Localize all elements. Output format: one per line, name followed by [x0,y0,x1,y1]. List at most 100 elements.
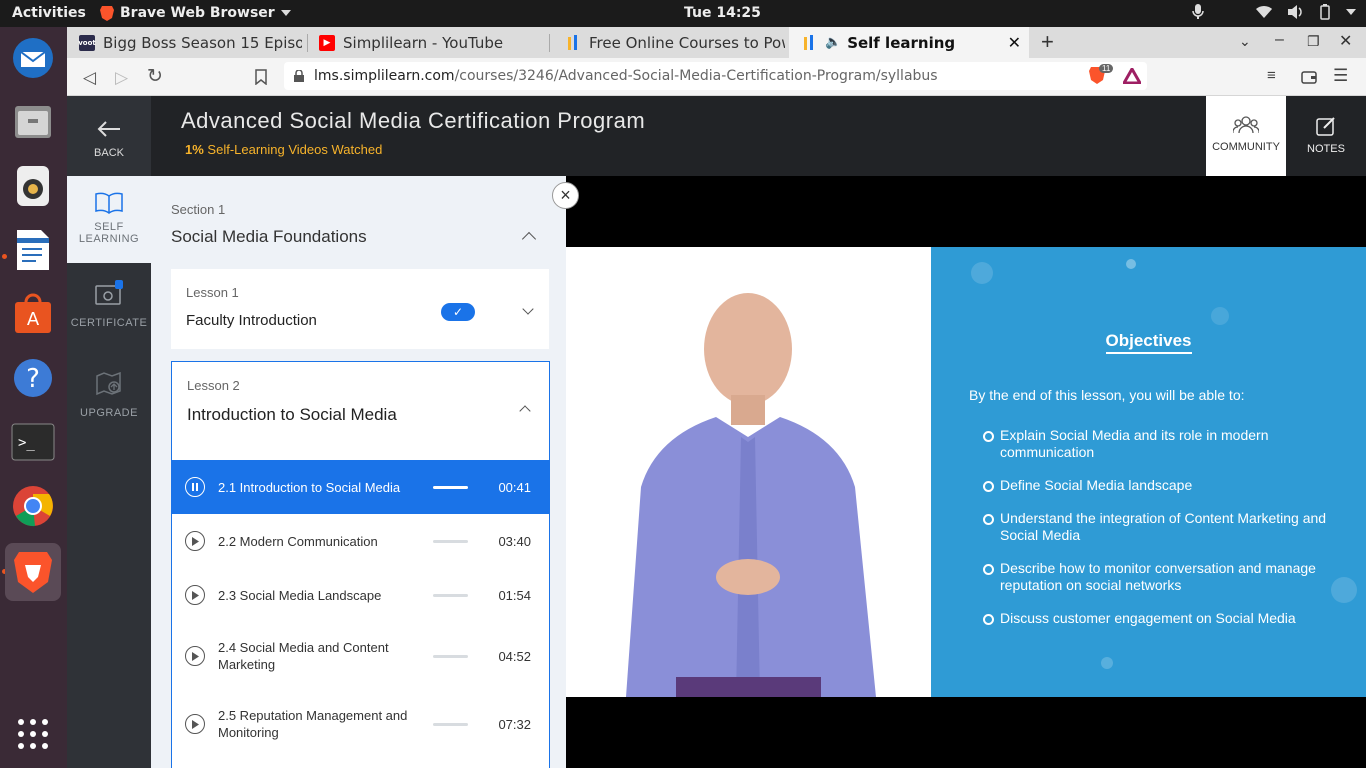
chevron-up-icon[interactable] [521,231,537,247]
chevron-down-icon[interactable] [522,303,534,315]
video-duration: 07:32 [498,716,531,732]
list-item[interactable]: 2.1 Introduction to Social Media 00:41 [172,460,549,514]
course-header: BACK Advanced Social Media Certification… [67,96,1366,184]
video-title: 2.4 Social Media and Content Marketing [218,640,389,672]
minimize-button[interactable]: – [1275,31,1284,49]
list-item[interactable]: 2.4 Social Media and Content Marketing 0… [172,622,549,690]
maximize-button[interactable]: ❐ [1307,33,1320,50]
lesson-title[interactable]: Introduction to Social Media [187,405,397,425]
tab-list-chevron-icon[interactable]: ⌄ [1239,33,1251,50]
dock-chrome[interactable] [8,481,58,531]
dock-software[interactable]: A [8,289,58,339]
video-frame[interactable]: Objectives By the end of this lesson, yo… [566,247,1366,697]
thunderbird-icon [13,38,53,78]
slide-intro: By the end of this lesson, you will be a… [969,387,1245,403]
browser-menu-icon[interactable]: ☰ [1333,66,1348,86]
video-duration: 04:52 [498,648,531,664]
brave-rewards-icon[interactable] [1123,68,1141,84]
dock-brave[interactable] [5,543,61,601]
watch-progress-bar [433,654,468,658]
play-icon [185,585,205,605]
new-tab-button[interactable]: + [1041,29,1054,55]
tab-free-online-courses[interactable]: Free Online Courses to Power [553,27,785,58]
back-label: BACK [94,147,124,159]
wallet-icon[interactable] [1301,70,1317,84]
microphone-icon [1192,4,1204,19]
app-grid-icon [18,719,48,749]
tab-simplilearn-youtube[interactable]: ▶ Simplilearn - YouTube [307,27,547,58]
watch-progress-bar [433,593,468,597]
show-applications[interactable] [8,709,58,759]
watch-progress-bar [433,539,468,543]
slide-heading: Objectives [931,331,1366,354]
notes-label: NOTES [1307,143,1345,155]
decor-dot [1126,259,1136,269]
lesson-title: Faculty Introduction [186,312,317,329]
brave-shields-icon[interactable]: 11 [1089,64,1114,86]
system-top-bar: Activities Brave Web Browser Tue 14:25 [0,0,1366,27]
tab-self-learning[interactable]: 🔈 Self learning ✕ [789,27,1029,58]
close-tab-icon[interactable]: ✕ [1008,33,1021,52]
objective-item: Understand the integration of Content Ma… [983,510,1343,544]
list-item[interactable]: 2.5 Reputation Management and Monitoring… [172,690,549,758]
video-duration: 01:54 [498,587,531,603]
play-icon [185,714,205,734]
tab-bigg-boss[interactable]: voot Bigg Boss Season 15 Episode [67,27,302,58]
dock-thunderbird[interactable] [8,33,58,83]
objective-item: Discuss customer engagement on Social Me… [983,610,1343,627]
forward-nav-icon[interactable]: ▷ [115,68,128,88]
close-syllabus-button[interactable]: × [552,182,579,209]
audio-playing-icon[interactable]: 🔈 [825,35,841,50]
video-title: 2.3 Social Media Landscape [218,587,382,603]
reload-icon[interactable]: ↻ [147,65,163,88]
app-menu[interactable]: Brave Web Browser [100,5,291,21]
document-icon [17,230,49,270]
chevron-up-icon[interactable] [519,405,531,417]
course-title: Advanced Social Media Certification Prog… [181,108,646,133]
upgrade-map-icon [96,371,121,396]
rail-label: LEARNING [78,233,140,245]
pencil-icon [1316,117,1335,136]
system-tray[interactable] [1192,4,1356,20]
community-button[interactable]: COMMUNITY [1206,96,1286,184]
dock-rhythmbox[interactable] [8,161,58,211]
svg-text:>_: >_ [18,435,35,451]
progress-percent: 1% [185,142,204,157]
activities-button[interactable]: Activities [12,5,86,21]
clock[interactable]: Tue 14:25 [684,5,761,21]
list-item[interactable]: 2.2 Modern Communication 03:40 [172,514,549,568]
media-queue-icon[interactable]: ≡ [1267,67,1276,84]
back-button[interactable]: BACK [67,96,151,176]
dock-files[interactable] [8,97,58,147]
close-window-button[interactable]: ✕ [1339,31,1352,51]
bookmark-icon[interactable] [255,69,267,85]
rail-certificate[interactable]: CERTIFICATE [67,280,151,329]
rail-upgrade[interactable]: UPGRADE [67,371,151,419]
lesson-1-card[interactable]: Lesson 1 Faculty Introduction ✓ [171,269,549,349]
dock-writer[interactable] [8,225,58,275]
syllabus-panel: Section 1 Social Media Foundations Lesso… [151,176,566,768]
video-player[interactable]: Objectives By the end of this lesson, yo… [566,176,1366,768]
simplilearn-favicon-icon [565,34,581,51]
lesson-label: Lesson 1 [186,285,239,300]
rail-self-learning[interactable]: SELF LEARNING [67,176,151,263]
help-icon: ? [14,359,52,397]
tab-label: Self learning [847,33,956,52]
chrome-icon [13,486,53,527]
youtube-favicon-icon: ▶ [319,34,335,51]
notes-button[interactable]: NOTES [1286,96,1366,176]
completed-check-icon: ✓ [441,303,475,321]
list-item[interactable]: 2.3 Social Media Landscape 01:54 [172,568,549,622]
svg-text:A: A [27,309,40,330]
section-title[interactable]: Social Media Foundations [171,227,367,247]
dock-terminal[interactable]: >_ [8,417,58,467]
address-field[interactable]: lms.simplilearn.com/courses/3246/Advance… [284,62,1147,90]
voot-favicon-icon: voot [78,34,96,51]
speaker-icon [17,166,49,206]
community-label: COMMUNITY [1212,141,1280,153]
dock-help[interactable]: ? [8,353,58,403]
ubuntu-dock: A ? >_ [0,27,67,768]
back-nav-icon[interactable]: ◁ [83,68,96,88]
video-duration: 00:41 [498,479,531,495]
rail-label: UPGRADE [80,407,138,419]
